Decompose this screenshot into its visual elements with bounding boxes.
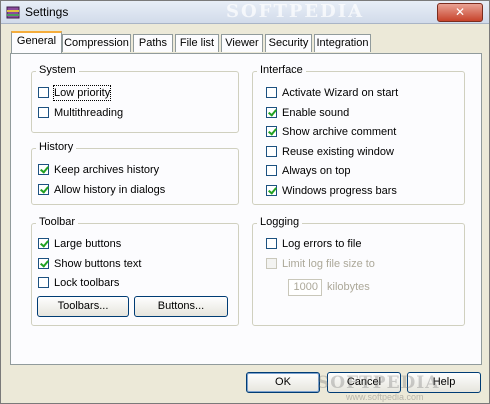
checkbox-box[interactable] [38,107,49,118]
checkbox-label: Show archive comment [282,126,397,138]
logging-group: Logging Log errors to file Limit log fil… [252,216,465,326]
checkbox-box[interactable] [38,184,49,195]
tab-paths[interactable]: Paths [133,34,173,52]
general-tab-panel: System Low priority Multithreading Histo… [10,53,482,365]
winrar-app-icon [6,6,20,19]
checkbox-label: Activate Wizard on start [282,87,399,99]
checkbox-box[interactable] [266,107,277,118]
buttons-button[interactable]: Buttons... [134,296,228,317]
checkbox-box[interactable] [266,146,277,157]
log-size-input[interactable]: 1000 [288,279,322,296]
checkbox-label: Keep archives history [54,164,160,176]
tab-general[interactable]: General [11,31,62,53]
group-title-logging: Logging [257,216,303,228]
checkbox-box[interactable] [38,164,49,175]
checkbox-label: Lock toolbars [54,277,120,289]
checkbox-label: Limit log file size to [282,258,375,270]
tab-compression[interactable]: Compression [62,34,131,52]
checkbox-box[interactable] [266,165,277,176]
checkbox-label: Low priority [52,85,112,101]
group-title-toolbar: Toolbar [36,216,79,228]
log-size-unit: kilobytes [327,281,370,293]
tab-security[interactable]: Security [265,34,312,52]
checkbox-label: Multithreading [54,107,124,119]
checkbox-label: Always on top [282,165,351,177]
checkbox-box[interactable] [38,238,49,249]
tab-file-list[interactable]: File list [175,34,219,52]
title-bar[interactable]: Settings SOFTPEDIA ✕ [1,1,489,24]
footer-watermark: SOFTPEDIA [317,373,440,393]
checkbox-box[interactable] [38,258,49,269]
checkbox-box[interactable] [266,126,277,137]
checkbox-box[interactable] [266,238,277,249]
watermark: SOFTPEDIA [226,1,365,22]
group-title-interface: Interface [257,64,306,76]
checkbox-label: Show buttons text [54,258,142,270]
checkbox-label: Windows progress bars [282,185,397,197]
group-title-history: History [36,141,77,153]
checkbox-label: Enable sound [282,107,350,119]
checkbox-box[interactable] [266,185,277,196]
checkbox-label: Large buttons [54,238,122,250]
toolbars-button[interactable]: Toolbars... [37,296,129,317]
toolbar-group: Toolbar Large buttons Show buttons text … [31,216,239,326]
checkbox-label: Reuse existing window [282,146,394,158]
interface-group: Interface Activate Wizard on start Enabl… [252,64,465,205]
group-title-system: System [36,64,79,76]
close-button[interactable]: ✕ [437,3,483,22]
system-group: System Low priority Multithreading [31,64,239,133]
checkbox-label: Log errors to file [282,238,362,250]
checkbox-box[interactable] [266,87,277,98]
tab-integration[interactable]: Integration [314,34,371,52]
checkbox-box[interactable] [38,87,49,98]
checkbox-label: Allow history in dialogs [54,184,166,196]
footer-watermark-url: www.softpedia.com [346,392,424,402]
history-group: History Keep archives history Allow hist… [31,141,239,205]
window-title: Settings [25,5,69,19]
tab-viewer[interactable]: Viewer [221,34,263,52]
ok-button[interactable]: OK [246,372,320,393]
checkbox-box[interactable] [38,277,49,288]
settings-dialog: Settings SOFTPEDIA ✕ General Compression… [0,0,490,404]
checkbox-box[interactable] [266,258,277,269]
